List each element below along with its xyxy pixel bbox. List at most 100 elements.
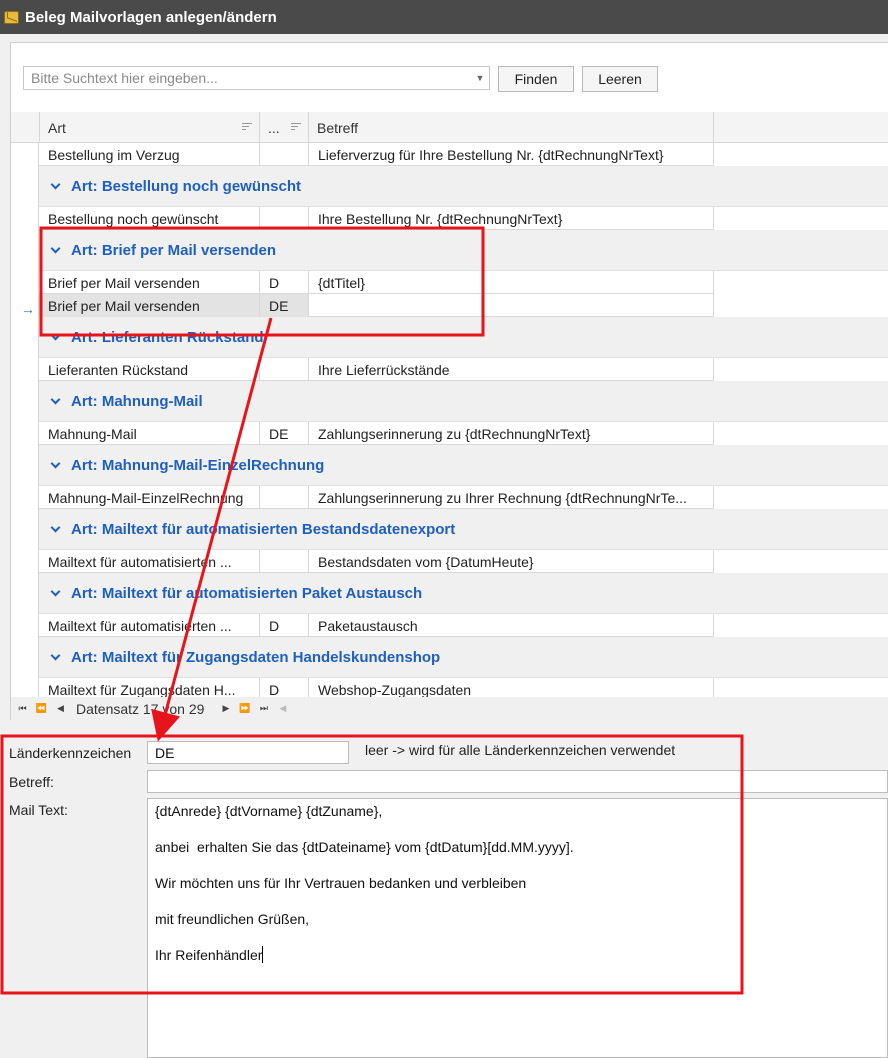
chevron-down-icon[interactable] (50, 522, 61, 532)
group-row[interactable]: Art: Mailtext für Zugangsdaten Handelsku… (39, 637, 888, 678)
table-row[interactable]: Mahnung-Mail DE Zahlungserinnerung zu {d… (39, 422, 714, 445)
group-label: Art: Brief per Mail versenden (71, 241, 277, 259)
chevron-down-icon[interactable] (50, 243, 61, 253)
find-button[interactable]: Finden (498, 66, 574, 92)
cell-subject[interactable]: Ihre Lieferrückstände (309, 358, 714, 381)
subject-label: Betreff: (9, 774, 54, 790)
first-record-icon[interactable]: ⏮ (15, 703, 30, 714)
chevron-down-icon[interactable] (50, 394, 61, 404)
cell-art[interactable]: Mailtext für automatisierten ... (39, 614, 260, 637)
table-row[interactable]: Bestellung im Verzug Lieferverzug für Ih… (39, 143, 714, 166)
group-row[interactable]: Art: Mailtext für automatisierten Paket … (39, 573, 888, 614)
cell-subject[interactable]: Lieferverzug für Ihre Bestellung Nr. {dt… (309, 143, 714, 166)
chevron-down-icon[interactable] (50, 179, 61, 189)
cell-subject[interactable]: Zahlungserinnerung zu {dtRechnungNrText} (309, 422, 714, 445)
group-row[interactable]: Art: Brief per Mail versenden (39, 230, 888, 271)
group-label: Art: Mailtext für Zugangsdaten Handelsku… (71, 648, 441, 666)
country-code-label: Länderkennzeichen (9, 745, 132, 761)
column-header-subject[interactable]: Betreff (309, 112, 714, 143)
column-header-subject-label: Betreff (317, 119, 358, 136)
group-label: Art: Bestellung noch gewünscht (71, 177, 302, 195)
next-record-icon[interactable]: ▶ (218, 703, 233, 714)
table-row[interactable]: Mailtext für automatisierten ... D Paket… (39, 614, 714, 637)
country-code-hint: leer -> wird für alle Länderkennzeichen … (365, 742, 676, 758)
mail-text-label: Mail Text: (9, 802, 68, 818)
cell-art[interactable]: Lieferanten Rückstand (39, 358, 260, 381)
next-page-icon[interactable]: ⏩ (237, 703, 252, 714)
country-code-field[interactable] (147, 741, 349, 764)
last-record-icon[interactable]: ⏭ (256, 703, 271, 714)
cell-subject[interactable]: Paketaustausch (309, 614, 714, 637)
cell-lang[interactable] (260, 207, 309, 230)
column-header-lang[interactable]: ... (260, 112, 309, 143)
cell-art[interactable]: Mailtext für automatisierten ... (39, 550, 260, 573)
cell-art[interactable]: Mahnung-Mail (39, 422, 260, 445)
cell-subject[interactable]: {dtTitel} (309, 271, 714, 294)
group-row[interactable]: Art: Mailtext für automatisierten Bestan… (39, 509, 888, 550)
text-cursor (262, 946, 264, 963)
cell-lang[interactable] (260, 358, 309, 381)
cell-art[interactable]: Mahnung-Mail-EinzelRechnung (39, 486, 260, 509)
chevron-down-icon[interactable] (50, 330, 61, 340)
table-row[interactable]: Mahnung-Mail-EinzelRechnung Zahlungserin… (39, 486, 714, 509)
cell-lang[interactable]: D (260, 271, 309, 294)
sort-icon[interactable] (242, 123, 252, 132)
cell-lang[interactable] (260, 550, 309, 573)
group-row[interactable]: Art: Mahnung-Mail-EinzelRechnung (39, 445, 888, 486)
row-indicator-column (11, 143, 39, 697)
cell-art[interactable]: Bestellung im Verzug (39, 143, 260, 166)
focused-row-arrow-icon: → (21, 301, 35, 317)
chevron-down-icon[interactable]: ▼ (471, 67, 489, 89)
cell-art[interactable]: Brief per Mail versenden (39, 271, 260, 294)
column-header-art[interactable]: Art (40, 112, 260, 143)
app-icon (4, 10, 19, 24)
subject-input[interactable] (148, 771, 887, 792)
cell-lang[interactable]: D (260, 614, 309, 637)
cell-lang[interactable] (260, 143, 309, 166)
search-input[interactable] (24, 67, 471, 89)
window-title: Beleg Mailvorlagen anlegen/ändern (25, 8, 277, 26)
search-panel: ▼ Finden Leeren (10, 42, 888, 112)
cell-lang[interactable]: DE (260, 294, 309, 317)
table-row[interactable]: Mailtext für automatisierten ... Bestand… (39, 550, 714, 573)
chevron-down-icon[interactable] (50, 650, 61, 660)
table-row[interactable]: Brief per Mail versenden D {dtTitel} (39, 271, 714, 294)
header-indicator-cell (11, 112, 40, 143)
record-position: Datensatz 17 von 29 (76, 700, 205, 717)
cell-lang[interactable]: DE (260, 422, 309, 445)
top-strip (0, 34, 888, 42)
mail-text-line: Ihr Reifenhändler (155, 947, 263, 963)
group-label: Art: Mailtext für automatisierten Paket … (71, 584, 423, 602)
clear-button[interactable]: Leeren (582, 66, 658, 92)
column-header-art-label: Art (48, 119, 66, 136)
group-row[interactable]: Art: Lieferanten Rückstand (39, 317, 888, 358)
cell-subject[interactable]: Bestandsdaten vom {DatumHeute} (309, 550, 714, 573)
mail-text-editor[interactable]: {dtAnrede} {dtVorname} {dtZuname}, anbei… (147, 798, 888, 1058)
cell-subject[interactable]: Zahlungserinnerung zu Ihrer Rechnung {dt… (309, 486, 714, 509)
previous-record-icon[interactable]: ◀ (53, 703, 68, 714)
cell-subject[interactable]: Ihre Bestellung Nr. {dtRechnungNrText} (309, 207, 714, 230)
previous-page-icon[interactable]: ⏪ (34, 703, 49, 714)
cell-art[interactable]: Bestellung noch gewünscht (39, 207, 260, 230)
table-row[interactable]: Lieferanten Rückstand Ihre Lieferrückstä… (39, 358, 714, 381)
group-row[interactable]: Art: Mahnung-Mail (39, 381, 888, 422)
mail-text-line: anbei erhalten Sie das {dtDateiname} vom… (155, 839, 574, 855)
cell-subject[interactable] (309, 294, 714, 317)
scroll-left-icon[interactable]: ◀ (279, 703, 299, 714)
table-row[interactable]: Bestellung noch gewünscht Ihre Bestellun… (39, 207, 714, 230)
group-row[interactable]: Art: Bestellung noch gewünscht (39, 166, 888, 207)
subject-field[interactable] (147, 770, 888, 793)
group-label: Art: Mahnung-Mail (71, 392, 203, 410)
record-navigator: ⏮ ⏪ ◀ Datensatz 17 von 29 ▶ ⏩ ⏭ ◀ (11, 697, 888, 720)
cell-lang[interactable] (260, 486, 309, 509)
chevron-down-icon[interactable] (50, 458, 61, 468)
table-row-selected[interactable]: Brief per Mail versenden DE (39, 294, 714, 317)
search-combobox[interactable]: ▼ (23, 66, 490, 90)
grid-header: Art ... Betreff (11, 112, 888, 143)
group-label: Art: Mailtext für automatisierten Bestan… (71, 520, 456, 538)
sort-icon[interactable] (291, 123, 301, 132)
mail-template-grid: Art ... Betreff → Bestellung im Verzug L… (10, 112, 888, 720)
chevron-down-icon[interactable] (50, 586, 61, 596)
country-code-input[interactable] (148, 742, 348, 763)
cell-art[interactable]: Brief per Mail versenden (39, 294, 260, 317)
